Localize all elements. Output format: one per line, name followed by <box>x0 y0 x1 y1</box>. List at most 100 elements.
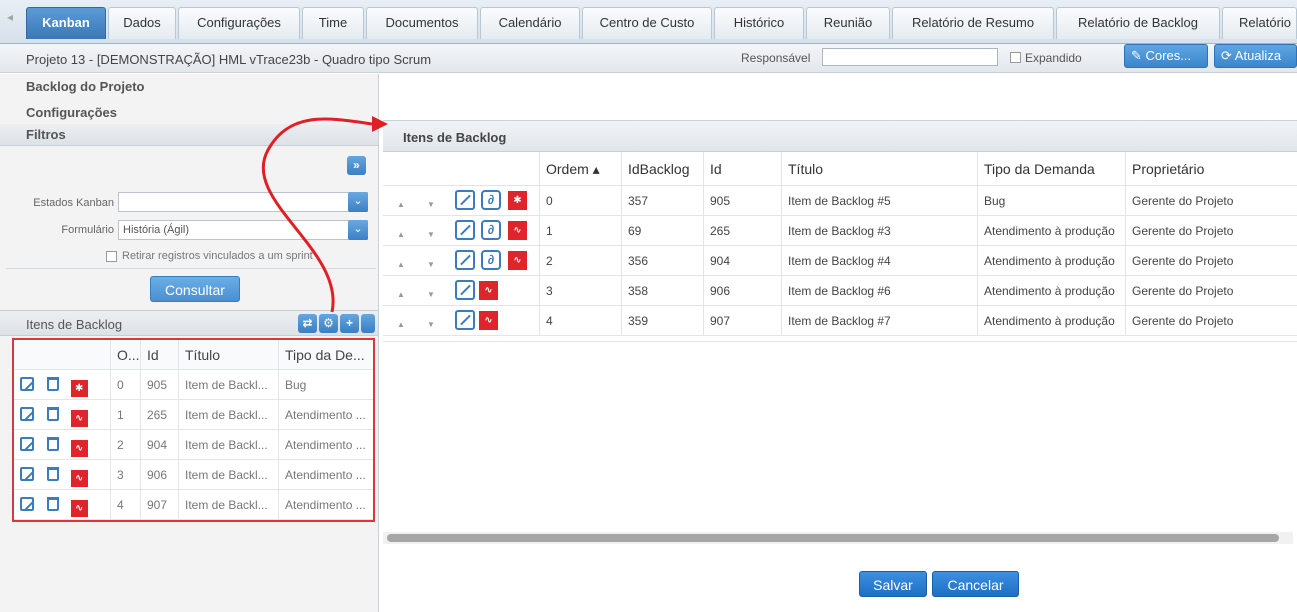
project-title: Projeto 13 - [DEMONSTRAÇÃO] HML vTrace23… <box>26 52 432 67</box>
edit-icon[interactable] <box>20 437 34 451</box>
table-row[interactable]: ∿ 3 906 Item de Backl... Atendimento ... <box>14 460 373 490</box>
bug-icon: ✱ <box>70 380 88 397</box>
move-down-icon[interactable]: ▼ <box>427 290 435 299</box>
edit-icon[interactable] <box>20 377 34 391</box>
tab-kanban[interactable]: Kanban <box>26 7 106 39</box>
move-up-icon[interactable]: ▲ <box>397 200 405 209</box>
table-row[interactable]: ✱ 0 905 Item de Backl... Bug <box>14 370 373 400</box>
estados-kanban-select[interactable]: ⌄ <box>118 192 368 212</box>
pulse-icon: ∿ <box>508 251 527 270</box>
salvar-button[interactable]: Salvar <box>859 571 927 597</box>
move-up-icon[interactable]: ▲ <box>397 320 405 329</box>
atualizar-button[interactable]: ⟳ Atualiza <box>1214 44 1297 68</box>
edit-backlog-icon[interactable] <box>455 250 475 270</box>
move-up-icon[interactable]: ▲ <box>397 260 405 269</box>
edit-backlog-icon[interactable] <box>455 220 475 240</box>
tab-relatorio[interactable]: Relatório <box>1222 7 1297 39</box>
table-row[interactable]: ▲ ▼ ∿ 3 358 906 Item de Backlog #6 Atendimento … <box>383 276 1297 306</box>
chevron-down-icon[interactable]: ⌄ <box>348 192 368 212</box>
cancelar-button[interactable]: Cancelar <box>932 571 1019 597</box>
trash-icon[interactable] <box>47 437 60 451</box>
edit-backlog-icon[interactable] <box>455 280 475 300</box>
move-down-icon[interactable]: ▼ <box>427 230 435 239</box>
table-row-empty <box>383 336 1297 342</box>
filtros-header[interactable]: Filtros <box>0 124 378 146</box>
responsavel-input[interactable] <box>822 48 998 66</box>
trash-icon[interactable] <box>47 467 60 481</box>
more-icon[interactable] <box>361 314 375 333</box>
tab-relatorio-resumo[interactable]: Relatório de Resumo <box>892 7 1054 39</box>
tab-relatorio-backlog[interactable]: Relatório de Backlog <box>1056 7 1220 39</box>
table-row[interactable]: ▲ ▼ ∂ ∿ 1 69 265 Item de Backlog #3 Atendimento … <box>383 216 1297 246</box>
swap-icon[interactable]: ⇄ <box>298 314 317 333</box>
link-icon[interactable]: ∂ <box>481 190 501 210</box>
formulario-select[interactable]: História (Ágil) ⌄ <box>118 220 368 240</box>
trash-icon[interactable] <box>47 377 60 391</box>
left-panel: Backlog do Projeto Configurações Filtros… <box>0 74 378 612</box>
pulse-icon: ∿ <box>70 500 88 517</box>
col-tipo[interactable]: Tipo da Demanda <box>977 152 1125 185</box>
table-row[interactable]: ▲ ▼ ∂ ✱ 0 357 905 Item de Backlog #5 Bug Gerente … <box>383 186 1297 216</box>
bug-icon: ✱ <box>508 191 527 210</box>
tab-time[interactable]: Time <box>302 7 364 39</box>
table-row[interactable]: ∿ 2 904 Item de Backl... Atendimento ... <box>14 430 373 460</box>
col-id[interactable]: Id <box>703 152 781 185</box>
right-panel: Itens de Backlog Ordem ▴ IdBacklog Id Tí… <box>378 74 1297 612</box>
move-up-icon[interactable]: ▲ <box>397 290 405 299</box>
move-up-icon[interactable]: ▲ <box>397 230 405 239</box>
estados-kanban-label: Estados Kanban <box>33 197 114 209</box>
tab-reuniao[interactable]: Reunião <box>806 7 890 39</box>
cores-button[interactable]: ✎ Cores... <box>1124 44 1208 68</box>
itens-backlog-dialog-header: Itens de Backlog <box>383 120 1297 152</box>
trash-icon[interactable] <box>47 497 60 511</box>
configuracoes-header[interactable]: Configurações <box>0 102 378 124</box>
consultar-button[interactable]: Consultar <box>150 276 240 302</box>
scroll-left-icon[interactable]: ◂ <box>7 10 13 24</box>
tab-centro-de-custo[interactable]: Centro de Custo <box>582 7 712 39</box>
col-ordem[interactable]: Ordem ▴ <box>539 152 621 185</box>
table-header: Ordem ▴ IdBacklog Id Título Tipo da Dema… <box>383 152 1297 186</box>
tab-documentos[interactable]: Documentos <box>366 7 478 39</box>
scrollbar-thumb[interactable] <box>387 534 1279 542</box>
formulario-label: Formulário <box>61 224 114 236</box>
tab-dados[interactable]: Dados <box>108 7 176 39</box>
gear-icon[interactable]: ⚙ <box>319 314 338 333</box>
retirar-checkbox[interactable] <box>106 251 117 262</box>
itens-backlog-dialog-title: Itens de Backlog <box>403 130 507 145</box>
col-idbacklog[interactable]: IdBacklog <box>621 152 703 185</box>
add-icon[interactable]: + <box>340 314 359 333</box>
horizontal-scrollbar[interactable] <box>383 532 1293 544</box>
edit-icon[interactable] <box>20 467 34 481</box>
pulse-icon: ∿ <box>479 311 498 330</box>
table-row[interactable]: ∿ 1 265 Item de Backl... Atendimento ... <box>14 400 373 430</box>
expandido-label: Expandido <box>1025 51 1082 65</box>
link-icon[interactable]: ∂ <box>481 220 501 240</box>
move-down-icon[interactable]: ▼ <box>427 260 435 269</box>
tab-configuracoes[interactable]: Configurações <box>178 7 300 39</box>
chevron-down-icon[interactable]: ⌄ <box>348 220 368 240</box>
pulse-icon: ∿ <box>70 470 88 487</box>
move-down-icon[interactable]: ▼ <box>427 200 435 209</box>
pulse-icon: ∿ <box>479 281 498 300</box>
table-row[interactable]: ∿ 4 907 Item de Backl... Atendimento ... <box>14 490 373 520</box>
move-down-icon[interactable]: ▼ <box>427 320 435 329</box>
table-row[interactable]: ▲ ▼ ∂ ∿ 2 356 904 Item de Backlog #4 Atendimento… <box>383 246 1297 276</box>
itens-backlog-title: Itens de Backlog <box>26 317 123 332</box>
col-titulo[interactable]: Título <box>781 152 977 185</box>
trash-icon[interactable] <box>47 407 60 421</box>
edit-backlog-icon[interactable] <box>455 190 475 210</box>
edit-backlog-icon[interactable] <box>455 310 475 330</box>
link-icon[interactable]: ∂ <box>481 250 501 270</box>
col-proprietario[interactable]: Proprietário <box>1125 152 1297 185</box>
tab-calendario[interactable]: Calendário <box>480 7 580 39</box>
backlog-projeto-header[interactable]: Backlog do Projeto <box>0 76 378 98</box>
pulse-icon: ∿ <box>70 410 88 427</box>
expandido-checkbox[interactable] <box>1010 52 1021 63</box>
brush-icon: ✎ <box>1131 48 1146 63</box>
table-row[interactable]: ▲ ▼ ∿ 4 359 907 Item de Backlog #7 Atendimento … <box>383 306 1297 336</box>
tab-bar: ◂ Kanban Dados Configurações Time Docume… <box>0 0 1297 44</box>
edit-icon[interactable] <box>20 497 34 511</box>
tab-historico[interactable]: Histórico <box>714 7 804 39</box>
expand-panel-icon[interactable]: » <box>347 156 366 175</box>
edit-icon[interactable] <box>20 407 34 421</box>
